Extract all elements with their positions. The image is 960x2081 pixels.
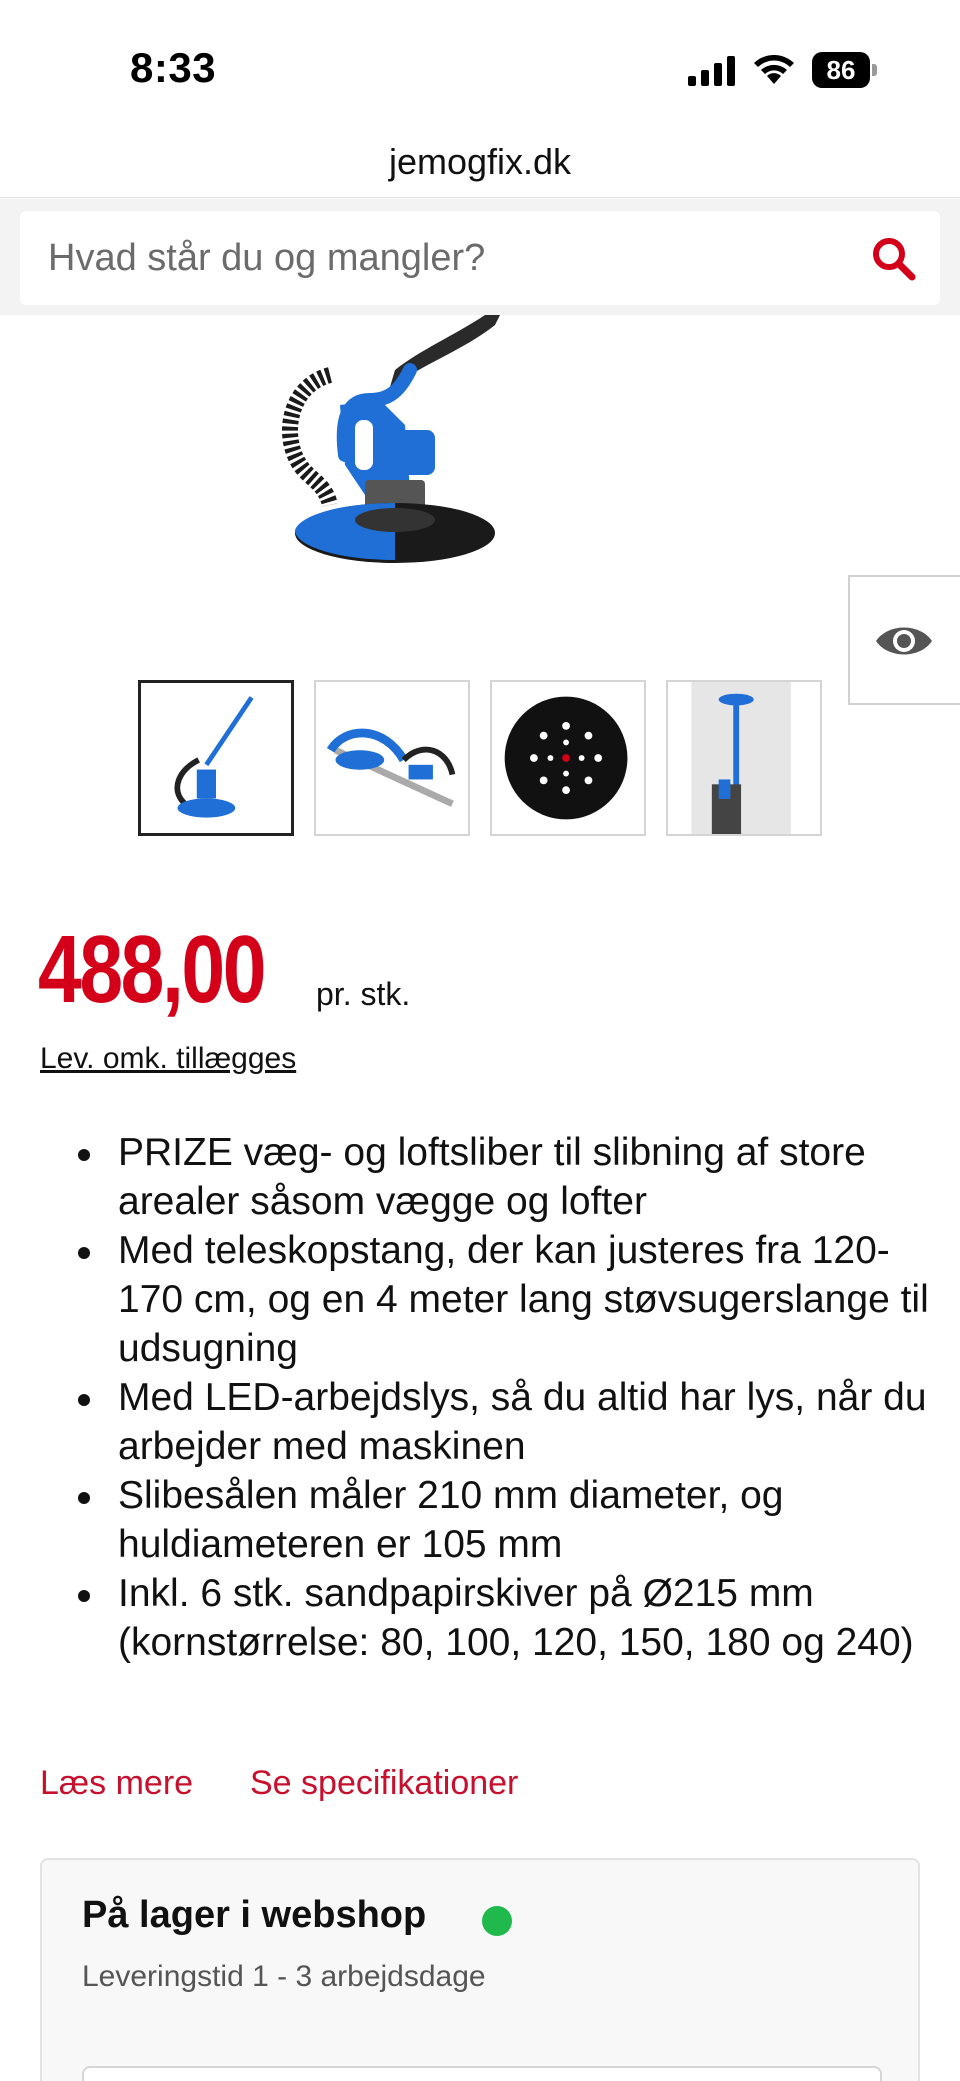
wifi-icon xyxy=(754,55,794,84)
product-price: 488,00 xyxy=(38,916,266,1023)
stock-card: På lager i webshop Leveringstid 1 - 3 ar… xyxy=(40,1858,920,2081)
thumbnail-strip xyxy=(138,680,828,838)
price-unit: pr. stk. xyxy=(316,976,411,1012)
see-specifications-link[interactable]: Se specifikationer xyxy=(250,1764,518,1803)
shipping-cost-link[interactable]: Lev. omk. tillægges xyxy=(40,1042,296,1076)
feature-item: Slibesålen måler 210 mm diameter, og hul… xyxy=(70,1471,930,1569)
eye-icon xyxy=(876,627,932,655)
thumbnail-2[interactable] xyxy=(314,680,470,836)
search-box xyxy=(20,211,940,305)
search-input[interactable] xyxy=(48,211,848,305)
read-more-link[interactable]: Læs mere xyxy=(40,1764,193,1803)
search-bar xyxy=(0,199,960,315)
status-time: 8:33 xyxy=(130,44,217,91)
battery-icon: 86 xyxy=(812,52,878,88)
thumbnail-1[interactable] xyxy=(138,680,294,836)
delivery-time: Leveringstid 1 - 3 arbejdsdage xyxy=(82,1960,486,1993)
quick-view-button[interactable] xyxy=(848,575,960,705)
stock-title: På lager i webshop xyxy=(82,1894,427,1936)
status-bar: 8:33 86 xyxy=(0,0,960,130)
feature-item: Med LED-arbejdslys, så du altid har lys,… xyxy=(70,1373,930,1471)
feature-list: PRIZE væg- og loftsliber til slibning af… xyxy=(70,1128,930,1667)
feature-item: PRIZE væg- og loftsliber til slibning af… xyxy=(70,1128,930,1226)
feature-item: Inkl. 6 stk. sandpapirskiver på Ø215 mm … xyxy=(70,1569,930,1667)
signal-icon xyxy=(688,56,735,86)
product-main-image[interactable] xyxy=(270,315,540,615)
feature-item: Med teleskopstang, der kan justeres fra … xyxy=(70,1226,930,1373)
battery-level: 86 xyxy=(826,55,856,85)
search-icon[interactable] xyxy=(868,233,918,283)
thumbnail-4[interactable] xyxy=(666,680,822,836)
stock-option-box[interactable] xyxy=(82,2066,882,2081)
address-bar[interactable]: jemogfix.dk xyxy=(0,130,960,198)
in-stock-indicator xyxy=(482,1906,512,1936)
thumbnail-3[interactable] xyxy=(490,680,646,836)
